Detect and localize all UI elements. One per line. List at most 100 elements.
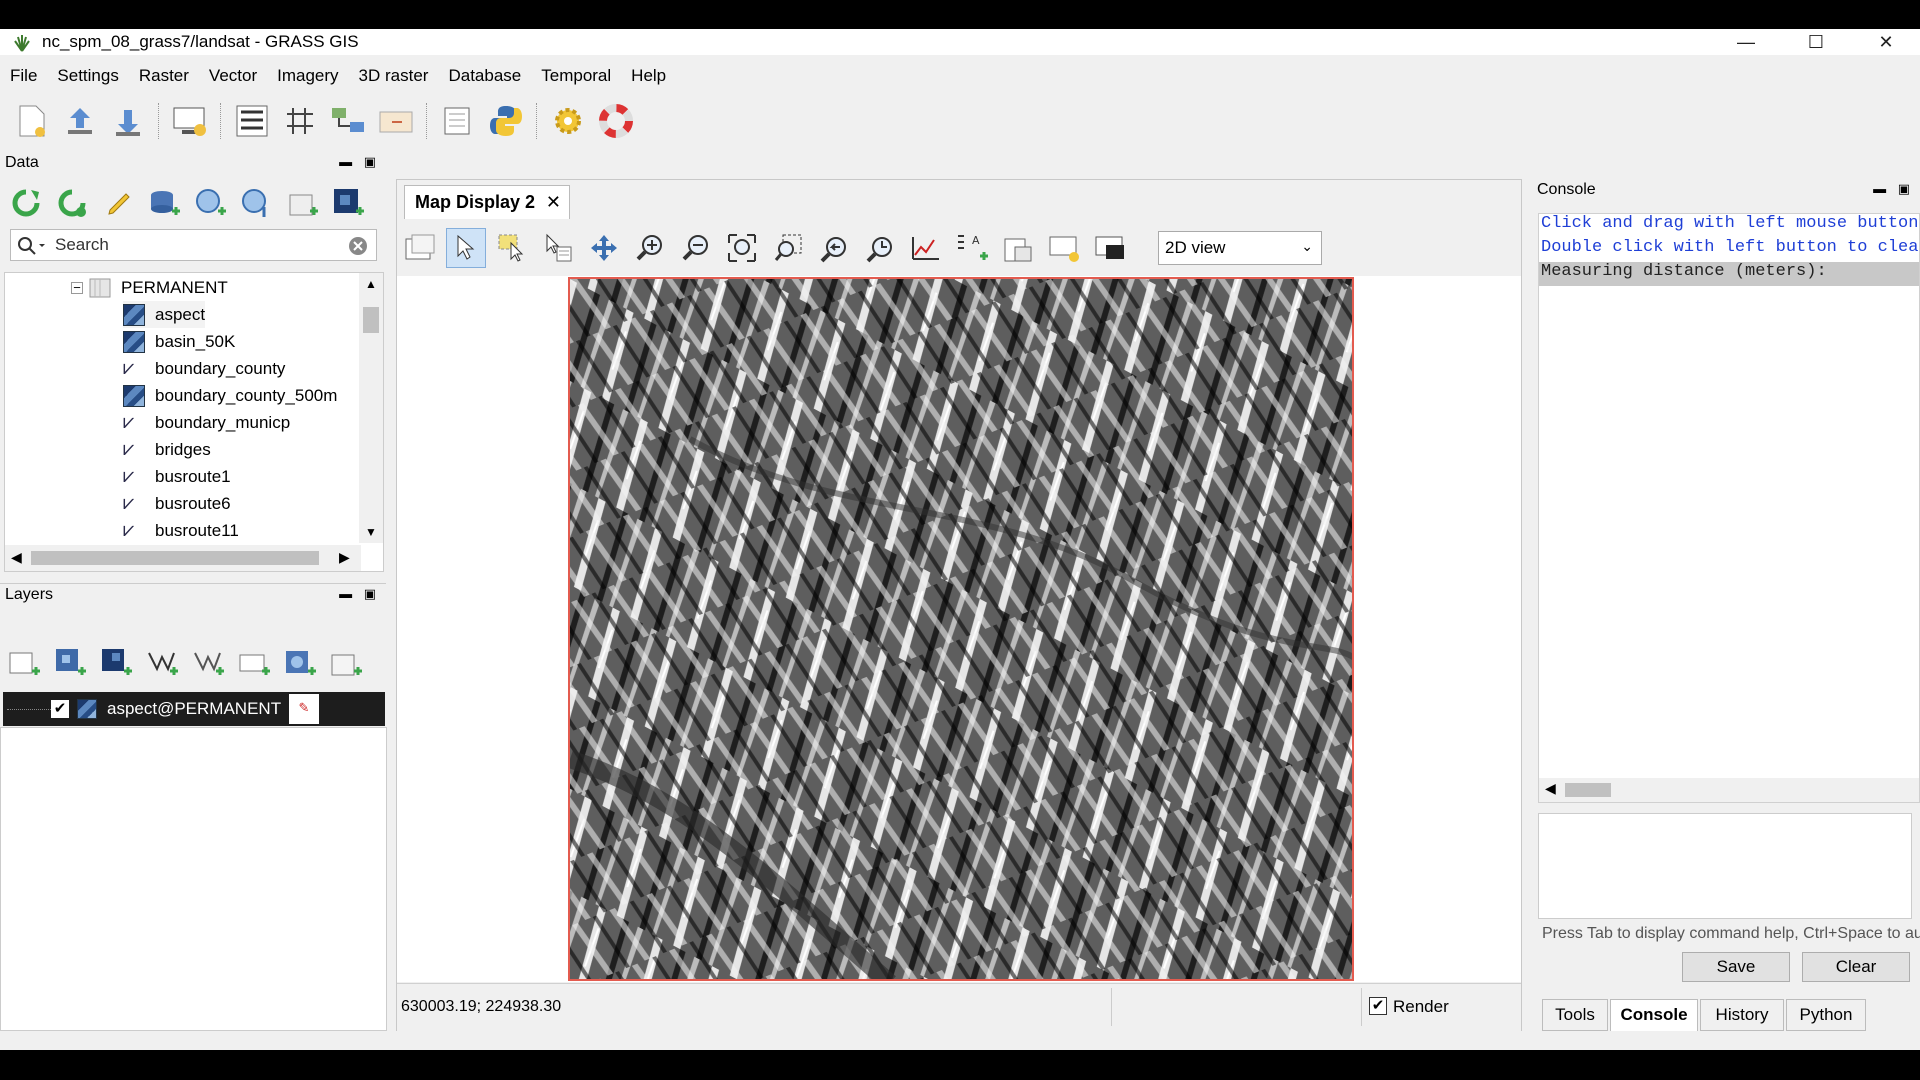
- remove-layer-icon[interactable]: [326, 643, 366, 683]
- tree-item[interactable]: boundary_county_500m: [123, 382, 337, 409]
- menu-raster[interactable]: Raster: [129, 64, 199, 88]
- tree-node-mapset[interactable]: − PERMANENT: [71, 274, 228, 301]
- menu-vector[interactable]: Vector: [199, 64, 267, 88]
- tree-item[interactable]: aspect: [123, 301, 206, 328]
- clear-search-icon[interactable]: [348, 236, 368, 256]
- tab-map-display[interactable]: Map Display 2 ✕: [404, 185, 570, 219]
- pointer-tool-icon[interactable]: [446, 228, 486, 268]
- zoom-box-icon[interactable]: [768, 228, 808, 268]
- collapse-toggle-icon[interactable]: −: [71, 281, 83, 294]
- scroll-up-icon[interactable]: ▲: [365, 277, 377, 291]
- tree-vertical-scrollbar[interactable]: ▲ ▼: [359, 273, 383, 543]
- graphical-modeler-icon[interactable]: [327, 100, 369, 142]
- save-button[interactable]: Save: [1682, 952, 1790, 982]
- tree-item[interactable]: ⩗ boundary_county: [123, 355, 285, 382]
- switch-display-mode-icon[interactable]: [1090, 228, 1130, 268]
- layer-visibility-checkbox[interactable]: ✔: [51, 700, 69, 718]
- map-status-bar: 630003.19; 224938.30 ✔ Render: [397, 983, 1521, 1031]
- minimize-button[interactable]: —: [1716, 29, 1776, 55]
- panel-controls[interactable]: ▬ ▣: [1873, 181, 1914, 197]
- menu-3d-raster[interactable]: 3D raster: [349, 64, 439, 88]
- render-checkbox[interactable]: ✔: [1369, 997, 1387, 1015]
- print-display-icon[interactable]: [1044, 228, 1084, 268]
- scroll-thumb[interactable]: [1565, 783, 1611, 797]
- close-tab-icon[interactable]: ✕: [546, 192, 561, 213]
- tab-tools[interactable]: Tools: [1542, 999, 1608, 1031]
- tree-item[interactable]: ⩗ busroute11: [123, 517, 239, 544]
- menu-database[interactable]: Database: [438, 64, 531, 88]
- location-download-icon[interactable]: [236, 183, 276, 223]
- menu-temporal[interactable]: Temporal: [531, 64, 621, 88]
- scroll-down-icon[interactable]: ▼: [365, 525, 377, 539]
- scroll-right-icon[interactable]: ▶: [339, 549, 350, 566]
- render-map-icon[interactable]: [400, 228, 440, 268]
- save-display-icon[interactable]: [998, 228, 1038, 268]
- tree-item[interactable]: ⩗ bridges: [123, 436, 211, 463]
- maximize-button[interactable]: ☐: [1786, 29, 1846, 55]
- console-horizontal-scrollbar[interactable]: ◀: [1539, 778, 1919, 802]
- panel-controls[interactable]: ▬ ▣: [339, 154, 380, 170]
- add-group-icon[interactable]: [280, 643, 320, 683]
- query-tool-icon[interactable]: [538, 228, 578, 268]
- gui-module-icon[interactable]: [375, 100, 417, 142]
- layer-row[interactable]: ✔ aspect@PERMANENT ✎: [3, 692, 385, 726]
- map-decorations-icon[interactable]: A: [952, 228, 992, 268]
- zoom-extent-icon[interactable]: [722, 228, 762, 268]
- add-multiple-layers-icon[interactable]: [4, 643, 44, 683]
- tree-item[interactable]: ⩗ busroute6: [123, 490, 231, 517]
- create-location-icon[interactable]: [190, 183, 230, 223]
- tree-item[interactable]: ⩗ busroute1: [123, 463, 231, 490]
- tab-python[interactable]: Python: [1786, 999, 1866, 1031]
- tree-item[interactable]: ⩗ boundary_municp: [123, 409, 290, 436]
- attribute-table-icon[interactable]: [437, 100, 479, 142]
- save-workspace-icon[interactable]: [107, 100, 149, 142]
- help-lifebuoy-icon[interactable]: [595, 100, 637, 142]
- add-raster-data-icon[interactable]: [328, 183, 368, 223]
- close-button[interactable]: ✕: [1856, 29, 1916, 55]
- menu-help[interactable]: Help: [621, 64, 676, 88]
- zoom-in-icon[interactable]: [630, 228, 670, 268]
- reload-mapset-icon[interactable]: [52, 183, 92, 223]
- tree-item[interactable]: basin_50K: [123, 328, 235, 355]
- scroll-thumb[interactable]: [31, 551, 319, 565]
- tab-history[interactable]: History: [1700, 999, 1784, 1031]
- analyze-map-icon[interactable]: [906, 228, 946, 268]
- reload-tree-icon[interactable]: [6, 183, 46, 223]
- menu-imagery[interactable]: Imagery: [267, 64, 348, 88]
- edit-mode-pencil-icon[interactable]: [98, 183, 138, 223]
- scroll-thumb[interactable]: [363, 307, 379, 333]
- pan-tool-icon[interactable]: [584, 228, 624, 268]
- python-shell-icon[interactable]: [485, 100, 527, 142]
- add-raster-layer-icon[interactable]: [50, 643, 90, 683]
- zoom-options-icon[interactable]: [860, 228, 900, 268]
- clear-button[interactable]: Clear: [1802, 952, 1910, 982]
- create-mapset-icon[interactable]: [144, 183, 184, 223]
- search-input[interactable]: Search: [55, 235, 109, 255]
- scroll-left-icon[interactable]: ◀: [1545, 780, 1556, 797]
- add-vector-misc-icon[interactable]: [188, 643, 228, 683]
- new-workspace-icon[interactable]: [11, 100, 53, 142]
- zoom-out-icon[interactable]: [676, 228, 716, 268]
- zoom-back-icon[interactable]: [814, 228, 854, 268]
- panel-controls[interactable]: ▬ ▣: [339, 586, 380, 602]
- tab-console[interactable]: Console: [1610, 999, 1698, 1031]
- layer-properties-icon[interactable]: ✎: [289, 694, 319, 724]
- import-data-icon[interactable]: [282, 183, 322, 223]
- add-overlay-icon[interactable]: [234, 643, 274, 683]
- settings-gear-icon[interactable]: [547, 100, 589, 142]
- menu-file[interactable]: File: [0, 64, 47, 88]
- view-mode-select[interactable]: 2D view ⌄: [1158, 231, 1322, 265]
- tree-horizontal-scrollbar[interactable]: ◀ ▶: [5, 545, 361, 571]
- add-raster-misc-icon[interactable]: [96, 643, 136, 683]
- search-field[interactable]: Search: [10, 229, 377, 261]
- georectify-icon[interactable]: [279, 100, 321, 142]
- open-workspace-icon[interactable]: [59, 100, 101, 142]
- add-vector-layer-icon[interactable]: [142, 643, 182, 683]
- new-map-display-icon[interactable]: [169, 100, 211, 142]
- command-input[interactable]: [1538, 813, 1912, 919]
- menu-settings[interactable]: Settings: [47, 64, 128, 88]
- scroll-left-icon[interactable]: ◀: [11, 549, 22, 566]
- raster-calculator-icon[interactable]: [231, 100, 273, 142]
- aspect-raster-image[interactable]: [568, 277, 1354, 981]
- select-features-icon[interactable]: [492, 228, 532, 268]
